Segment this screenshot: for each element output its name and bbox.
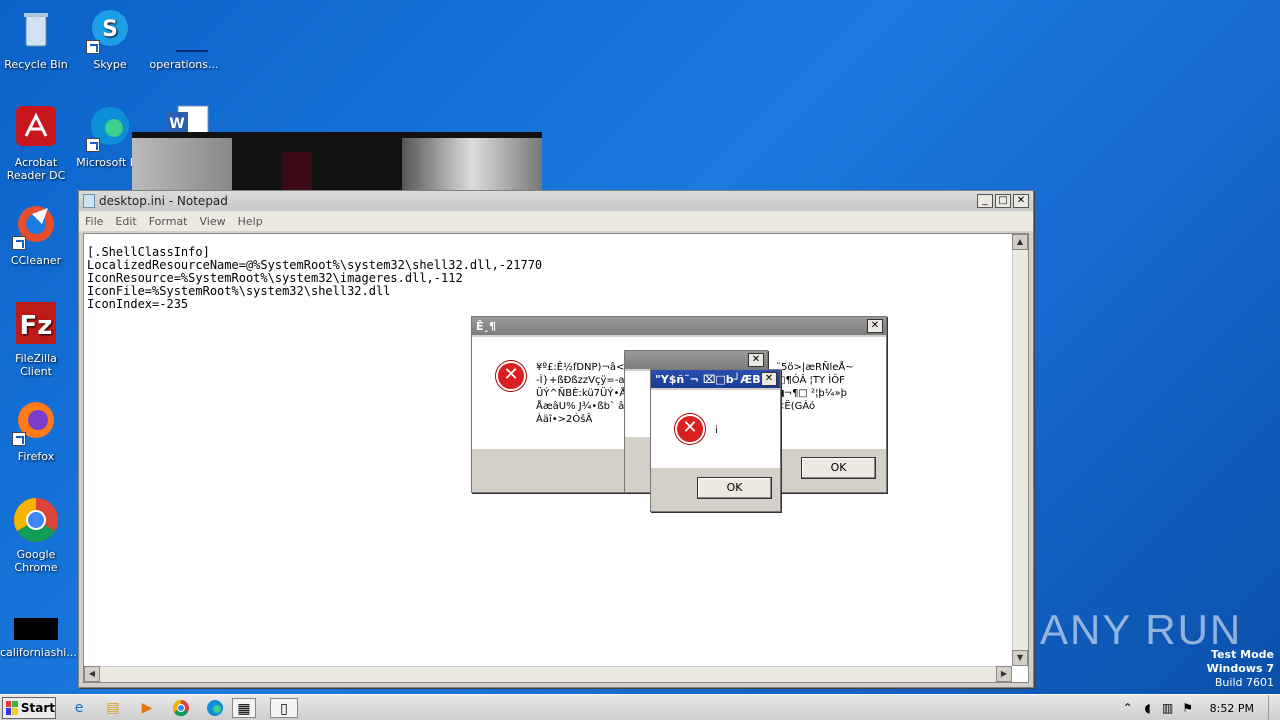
- menu-format[interactable]: Format: [143, 215, 194, 228]
- network-icon[interactable]: ▥: [1158, 701, 1178, 715]
- desktop-icon-filezilla[interactable]: Fz FileZilla Client: [0, 300, 72, 378]
- system-tray: ⌃ ◖ ▥ ⚑ 8:52 PM: [1118, 695, 1280, 720]
- desktop-icon-label: FileZilla Client: [15, 352, 57, 378]
- notepad-menubar: File Edit Format View Help: [79, 211, 1033, 231]
- taskbar: Start e ▤ ▶ ▦ ▯ ⌃ ◖ ▥ ⚑ 8:52 PM: [0, 694, 1280, 720]
- error-dialog-1-title: Ê¸¶: [476, 319, 497, 333]
- notepad-taskbar-button[interactable]: ▯: [270, 698, 298, 718]
- start-label: Start: [20, 700, 55, 715]
- error-icon: ✕: [675, 414, 705, 444]
- skype-icon: S: [86, 6, 134, 54]
- desktop-icon-chrome[interactable]: Google Chrome: [0, 496, 72, 574]
- desktop-icon-label: Skype: [93, 58, 127, 71]
- file-icon: [12, 616, 60, 642]
- acrobat-icon: [12, 104, 60, 152]
- vertical-scrollbar[interactable]: ▲ ▼: [1012, 234, 1028, 666]
- error-dialog-3[interactable]: "Y$ñ¨¬ ⌧□b┘ÆB ✕ ✕ i OK: [650, 369, 781, 512]
- scroll-left-button[interactable]: ◀: [84, 666, 100, 682]
- shortcut-arrow-icon: [12, 236, 26, 250]
- desktop-icon-operations[interactable]: operations...: [148, 6, 220, 71]
- desktop-icon-label: Acrobat Reader DC: [6, 156, 66, 182]
- background-image-window: [132, 132, 542, 190]
- notepad-app-icon: [83, 194, 95, 208]
- horizontal-scrollbar[interactable]: ◀ ▶: [84, 666, 1012, 682]
- chrome-taskbar-icon[interactable]: [170, 698, 192, 718]
- desktop-icon-ccleaner[interactable]: CCleaner: [0, 202, 72, 267]
- filezilla-icon: Fz: [12, 300, 60, 348]
- notepad-text[interactable]: [.ShellClassInfo] LocalizedResourceName=…: [84, 234, 1028, 311]
- shortcut-arrow-icon: [86, 40, 100, 54]
- notepad-title: desktop.ini - Notepad: [99, 194, 228, 208]
- error-dialog-1-text-right: ¨5ö>|æRÑleÅ~ □¶ÓÂ ¦TY ÌÔF ◀¬¶□ ²¦þ¼»þ <Ë…: [776, 362, 854, 412]
- start-button[interactable]: Start: [2, 696, 56, 719]
- maximize-button[interactable]: □: [995, 194, 1011, 208]
- desktop-icon-label: Recycle Bin: [4, 58, 68, 71]
- notepad-titlebar[interactable]: desktop.ini - Notepad _ □ ✕: [79, 191, 1033, 211]
- desktop-icon-firefox[interactable]: Firefox: [0, 398, 72, 463]
- svg-text:Fz: Fz: [20, 311, 53, 341]
- action-center-flag-icon[interactable]: ⚑: [1178, 701, 1198, 715]
- edge-taskbar-icon[interactable]: [204, 698, 226, 718]
- error-dialog-1-close-button[interactable]: ✕: [867, 319, 883, 333]
- show-desktop-button[interactable]: [1268, 695, 1280, 720]
- desktop-icon-acrobat[interactable]: Acrobat Reader DC: [0, 104, 72, 182]
- task-manager-taskbar-button[interactable]: ▦: [232, 698, 256, 718]
- desktop-icon-label: Google Chrome: [14, 548, 58, 574]
- error-dialog-3-body: ✕ i: [651, 390, 780, 468]
- anyrun-logo: ANY RUN: [1040, 606, 1243, 653]
- error-dialog-3-ok-button[interactable]: OK: [697, 477, 772, 499]
- minimize-button[interactable]: _: [977, 194, 993, 208]
- error-icon: ✕: [496, 361, 526, 391]
- test-mode-label: Test Mode: [1211, 648, 1274, 661]
- error-dialog-2-close-button[interactable]: ✕: [748, 353, 764, 367]
- desktop-icon-label: CCleaner: [10, 254, 62, 267]
- menu-edit[interactable]: Edit: [109, 215, 142, 228]
- menu-view[interactable]: View: [194, 215, 232, 228]
- error-dialog-3-close-button[interactable]: ✕: [761, 372, 777, 386]
- media-player-icon[interactable]: ▶: [136, 698, 158, 718]
- clock[interactable]: 8:52 PM: [1198, 702, 1268, 715]
- error-dialog-3-text: i: [715, 425, 718, 436]
- svg-text:S: S: [102, 17, 118, 42]
- windows-version-label: Windows 7: [1206, 662, 1274, 675]
- chrome-icon: [12, 496, 60, 544]
- firefox-icon: [12, 398, 60, 446]
- scroll-right-button[interactable]: ▶: [996, 666, 1012, 682]
- desktop-icon-label: californiashi...: [0, 646, 77, 659]
- test-mode-info: Test Mode Windows 7 Build 7601: [1207, 648, 1274, 690]
- error-dialog-3-title: "Y$ñ¨¬ ⌧□b┘ÆB: [655, 372, 761, 386]
- file-icon: [160, 6, 220, 54]
- close-button[interactable]: ✕: [1013, 194, 1029, 208]
- internet-explorer-icon[interactable]: e: [68, 698, 90, 718]
- scroll-up-button[interactable]: ▲: [1012, 234, 1028, 250]
- desktop-icon-skype[interactable]: S Skype: [74, 6, 146, 71]
- folder-icon[interactable]: ▤: [102, 698, 124, 718]
- windows-logo-icon: [6, 700, 18, 715]
- desktop-icon-recycle-bin[interactable]: Recycle Bin: [0, 6, 72, 71]
- svg-text:W: W: [169, 116, 184, 132]
- error-dialog-2-titlebar[interactable]: ✕: [625, 351, 767, 369]
- show-hidden-icons-icon[interactable]: ⌃: [1118, 701, 1138, 715]
- word-document-icon[interactable]: W: [164, 104, 210, 135]
- build-label: Build 7601: [1214, 676, 1274, 689]
- error-dialog-1-ok-button[interactable]: OK: [801, 457, 876, 479]
- error-dialog-1-text-left: ¥º£:Ê½fDNP)¬â< -Ì}+ßÐßzzVçÿ=-aÞ ÜÝ^ÑBÈ:k…: [536, 362, 633, 425]
- error-dialog-3-titlebar[interactable]: "Y$ñ¨¬ ⌧□b┘ÆB ✕: [651, 370, 780, 388]
- desktop-icon-californiashi[interactable]: californiashi...: [0, 616, 77, 659]
- ccleaner-icon: [12, 202, 60, 250]
- edge-icon: [86, 104, 134, 152]
- desktop-icon-label: Firefox: [17, 450, 55, 463]
- menu-help[interactable]: Help: [232, 215, 269, 228]
- recycle-bin-icon: [12, 6, 60, 54]
- scroll-down-button[interactable]: ▼: [1012, 650, 1028, 666]
- shortcut-arrow-icon: [86, 138, 100, 152]
- desktop-icon-label: operations...: [149, 58, 219, 71]
- shortcut-arrow-icon: [12, 432, 26, 446]
- error-dialog-1-titlebar[interactable]: Ê¸¶ ✕: [472, 317, 886, 335]
- menu-file[interactable]: File: [79, 215, 109, 228]
- volume-icon[interactable]: ◖: [1138, 701, 1158, 715]
